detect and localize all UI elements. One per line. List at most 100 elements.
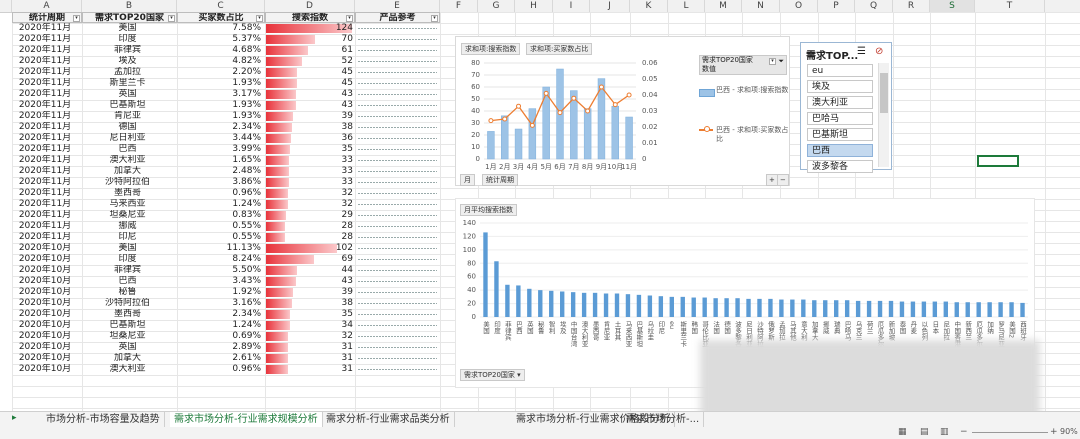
column-header-T[interactable]: T: [975, 0, 1045, 12]
table-cell[interactable]: 2020年11月: [12, 67, 78, 78]
slicer-scrollbar[interactable]: [878, 63, 889, 167]
field-country-button[interactable]: 需求TOP20国家 ▾: [460, 369, 525, 381]
table-cell[interactable]: 2020年11月: [12, 144, 78, 155]
table-cell[interactable]: 2020年10月: [12, 342, 78, 353]
table-cell[interactable]: 孟加拉: [82, 67, 173, 78]
filter-dropdown-icon[interactable]: ▾: [73, 15, 80, 22]
table-cell[interactable]: 英国: [82, 342, 173, 353]
chart2-bar[interactable]: [834, 300, 839, 317]
table-cell[interactable]: 11.13%: [177, 243, 261, 254]
active-cell[interactable]: [977, 155, 1019, 167]
product-ref-cell[interactable]: [355, 342, 440, 353]
product-ref-link[interactable]: [358, 160, 437, 161]
table-cell[interactable]: 2020年11月: [12, 122, 78, 133]
chart1-bar[interactable]: [501, 115, 509, 160]
search-index-cell[interactable]: 31: [265, 364, 355, 375]
chart1-bar[interactable]: [528, 108, 537, 160]
product-ref-link[interactable]: [358, 358, 437, 359]
table-cell[interactable]: 2020年10月: [12, 287, 78, 298]
search-index-cell[interactable]: 33: [265, 177, 355, 188]
search-index-cell[interactable]: 28: [265, 232, 355, 243]
table-header-2[interactable]: 买家数占比 ▾: [177, 12, 265, 23]
table-cell[interactable]: 沙特阿拉伯: [82, 177, 173, 188]
table-cell[interactable]: 3.17%: [177, 89, 261, 100]
table-cell[interactable]: 0.96%: [177, 364, 261, 375]
product-ref-link[interactable]: [358, 336, 437, 337]
chart2-bar[interactable]: [614, 293, 620, 318]
chart1-point[interactable]: [612, 102, 618, 108]
table-cell[interactable]: 0.55%: [177, 232, 261, 243]
table-cell[interactable]: 马来西亚: [82, 199, 173, 210]
chart2-bar[interactable]: [823, 300, 828, 317]
table-cell[interactable]: 0.55%: [177, 221, 261, 232]
table-cell[interactable]: 2020年11月: [12, 89, 78, 100]
product-ref-link[interactable]: [358, 369, 437, 370]
search-index-cell[interactable]: 43: [265, 89, 355, 100]
product-ref-link[interactable]: [358, 292, 437, 293]
chart2-bar[interactable]: [702, 297, 707, 317]
search-index-cell[interactable]: 102: [265, 243, 355, 254]
table-cell[interactable]: 2020年10月: [12, 265, 78, 276]
table-header-4[interactable]: 产品参考 ▾: [355, 12, 440, 23]
table-cell[interactable]: 2020年10月: [12, 353, 78, 364]
table-cell[interactable]: 2.34%: [177, 122, 261, 133]
chart2-bar[interactable]: [516, 285, 521, 317]
search-index-cell[interactable]: 35: [265, 144, 355, 155]
search-index-cell[interactable]: 36: [265, 133, 355, 144]
column-header-A[interactable]: A: [12, 0, 82, 12]
chart1-point[interactable]: [502, 116, 508, 122]
product-ref-link[interactable]: [358, 127, 437, 128]
chart2-bar[interactable]: [549, 290, 554, 317]
zoom-out-icon[interactable]: −: [960, 427, 968, 437]
chart2-bar[interactable]: [790, 299, 795, 317]
chart2-bar[interactable]: [888, 300, 894, 317]
search-index-cell[interactable]: 31: [265, 353, 355, 364]
table-cell[interactable]: 2020年11月: [12, 78, 78, 89]
chart2-bar[interactable]: [801, 299, 806, 317]
product-ref-link[interactable]: [358, 94, 437, 95]
chart2-bar[interactable]: [691, 297, 696, 317]
product-ref-cell[interactable]: [355, 111, 440, 122]
product-ref-cell[interactable]: [355, 67, 440, 78]
product-ref-link[interactable]: [358, 281, 437, 282]
normal-view-icon[interactable]: ▦: [898, 427, 907, 437]
chart2-bar[interactable]: [658, 296, 664, 317]
product-ref-cell[interactable]: [355, 100, 440, 111]
filter-dropdown-icon[interactable]: ▾: [168, 15, 175, 22]
table-cell[interactable]: 0.96%: [177, 188, 261, 199]
chart2-bar[interactable]: [812, 300, 817, 317]
product-ref-cell[interactable]: [355, 298, 440, 309]
table-cell[interactable]: 2020年10月: [12, 331, 78, 342]
product-ref-link[interactable]: [358, 303, 437, 304]
product-ref-cell[interactable]: [355, 210, 440, 221]
chart1-point[interactable]: [626, 92, 632, 98]
table-cell[interactable]: 沙特阿拉伯: [82, 298, 173, 309]
filter-dropdown-icon[interactable]: ▾: [346, 15, 353, 22]
chart2-bar[interactable]: [965, 302, 970, 317]
table-header-0[interactable]: 统计周期 ▾: [12, 12, 82, 23]
table-cell[interactable]: 秘鲁: [82, 287, 173, 298]
table-cell[interactable]: 巴基斯坦: [82, 100, 173, 111]
table-cell[interactable]: 菲律宾: [82, 265, 173, 276]
product-ref-link[interactable]: [358, 138, 437, 139]
slicer-item[interactable]: 埃及: [807, 80, 873, 93]
chart2-bar[interactable]: [998, 302, 1003, 317]
search-index-cell[interactable]: 124: [265, 23, 355, 34]
table-cell[interactable]: 印尼: [82, 232, 173, 243]
chart2-bar[interactable]: [768, 298, 773, 317]
search-index-cell[interactable]: 69: [265, 254, 355, 265]
table-header-3[interactable]: 搜索指数 ▾: [265, 12, 355, 23]
product-ref-link[interactable]: [358, 61, 437, 62]
search-index-cell[interactable]: 33: [265, 166, 355, 177]
table-cell[interactable]: 坦桑尼亚: [82, 210, 173, 221]
column-header-G[interactable]: G: [478, 0, 515, 12]
chart2-bar[interactable]: [505, 284, 510, 317]
product-ref-link[interactable]: [358, 50, 437, 51]
column-header-P[interactable]: P: [818, 0, 855, 12]
product-ref-cell[interactable]: [355, 364, 440, 375]
table-cell[interactable]: 2020年10月: [12, 309, 78, 320]
search-index-cell[interactable]: 44: [265, 265, 355, 276]
table-cell[interactable]: 2020年10月: [12, 254, 78, 265]
filter-icon[interactable]: ⏷: [778, 57, 784, 66]
product-ref-link[interactable]: [358, 226, 437, 227]
